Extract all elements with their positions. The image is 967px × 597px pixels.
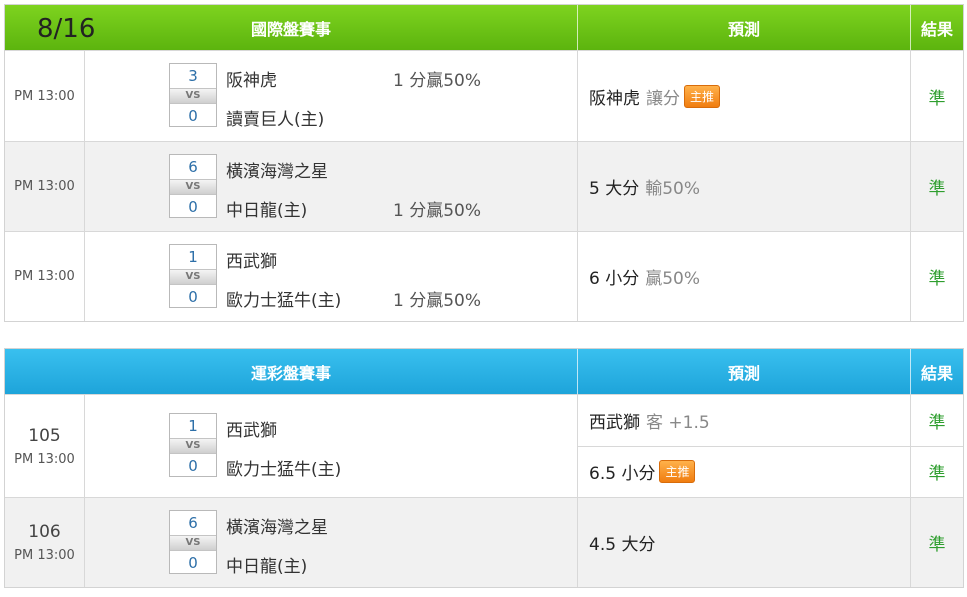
intl-header-result: 結果 bbox=[910, 5, 963, 50]
vs-label: VS bbox=[170, 88, 216, 104]
score-home: 0 bbox=[188, 457, 198, 475]
team-away: 橫濱海灣之星 bbox=[226, 518, 328, 538]
prediction-cell: 阪神虎 讓分 主推 bbox=[577, 51, 910, 141]
lottery-header-title-cell: 運彩盤賽事 bbox=[5, 349, 577, 394]
team-away: 橫濱海灣之星 bbox=[226, 162, 328, 182]
prediction-main: 6.5 小分 bbox=[589, 464, 656, 485]
intl-header-pred: 預測 bbox=[577, 5, 910, 50]
vs-label: VS bbox=[170, 438, 216, 454]
vs-label: VS bbox=[170, 179, 216, 195]
odds-text: 1 分贏50% bbox=[393, 291, 482, 311]
prediction-main: 阪神虎 bbox=[589, 88, 640, 109]
prediction-sub: 讓分 bbox=[646, 88, 680, 109]
prediction-main: 5 大分 bbox=[589, 179, 640, 199]
prediction-cell: 6 小分 贏50% bbox=[577, 232, 910, 321]
result-value: 準 bbox=[928, 179, 946, 199]
score-away: 6 bbox=[188, 514, 198, 532]
match-cell: 3 VS 0 阪神虎 讀賣巨人(主) 1 分贏50% bbox=[85, 51, 577, 141]
score-away: 1 bbox=[188, 248, 198, 266]
score-home: 0 bbox=[188, 198, 198, 216]
team-home: 中日龍(主) bbox=[226, 557, 308, 577]
scorebox: 3 VS 0 bbox=[169, 63, 217, 127]
score-away: 6 bbox=[188, 158, 198, 176]
prediction-sub: 贏50% bbox=[645, 269, 701, 289]
lottery-header: 運彩盤賽事 預測 結果 bbox=[5, 349, 963, 394]
scorebox: 6 VS 0 bbox=[169, 154, 217, 218]
date-label: 8/16 bbox=[37, 14, 96, 44]
team-home: 中日龍(主) bbox=[226, 201, 308, 221]
score-home: 0 bbox=[188, 288, 198, 306]
odds-text: 1 分贏50% bbox=[393, 201, 482, 221]
table-row: 105 PM 13:00 1 VS 0 西武獅 歐力士猛牛(主) 西武獅 客 +… bbox=[5, 394, 963, 497]
lottery-header-result: 結果 bbox=[910, 349, 963, 394]
game-time: PM 13:00 bbox=[5, 142, 85, 231]
team-home: 讀賣巨人(主) bbox=[226, 110, 325, 130]
score-away: 1 bbox=[188, 417, 198, 435]
match-cell: 6 VS 0 橫濱海灣之星 中日龍(主) 1 分贏50% bbox=[85, 142, 577, 231]
featured-badge: 主推 bbox=[684, 84, 721, 108]
result-value: 準 bbox=[928, 535, 946, 555]
team-away: 西武獅 bbox=[226, 421, 277, 441]
team-away: 阪神虎 bbox=[226, 71, 277, 91]
team-home: 歐力士猛牛(主) bbox=[226, 460, 342, 480]
prediction-cell: 5 大分 輸50% bbox=[577, 142, 910, 231]
prediction-main: 西武獅 bbox=[589, 412, 640, 433]
game-number: 106 bbox=[28, 522, 61, 542]
odds-text: 1 分贏50% bbox=[393, 71, 482, 91]
featured-badge: 主推 bbox=[659, 460, 696, 484]
intl-header: 8/16 國際盤賽事 預測 結果 bbox=[5, 5, 963, 50]
team-away: 西武獅 bbox=[226, 252, 277, 272]
prediction-cell: 西武獅 客 +1.5 6.5 小分 主推 bbox=[577, 395, 910, 497]
scorebox: 6 VS 0 bbox=[169, 510, 217, 574]
result-value: 準 bbox=[928, 412, 946, 433]
score-home: 0 bbox=[188, 107, 198, 125]
game-time: PM 13:00 bbox=[5, 232, 85, 321]
prediction-main: 4.5 大分 bbox=[589, 535, 656, 555]
scorebox: 1 VS 0 bbox=[169, 413, 217, 477]
score-away: 3 bbox=[188, 67, 198, 85]
game-number: 105 bbox=[28, 425, 61, 446]
lottery-table: 運彩盤賽事 預測 結果 105 PM 13:00 1 VS 0 西武獅 歐力士猛… bbox=[4, 348, 964, 588]
match-cell: 1 VS 0 西武獅 歐力士猛牛(主) 1 分贏50% bbox=[85, 232, 577, 321]
match-cell: 1 VS 0 西武獅 歐力士猛牛(主) bbox=[85, 395, 577, 497]
vs-label: VS bbox=[170, 269, 216, 285]
result-value: 準 bbox=[928, 269, 946, 289]
score-home: 0 bbox=[188, 554, 198, 572]
prediction-cell: 4.5 大分 bbox=[577, 498, 910, 587]
game-time: PM 13:00 bbox=[5, 51, 85, 141]
result-cell: 準 bbox=[910, 232, 963, 321]
result-value: 準 bbox=[928, 88, 946, 109]
result-value: 準 bbox=[911, 445, 963, 498]
result-cell: 準 bbox=[910, 142, 963, 231]
intl-header-title: 國際盤賽事 bbox=[250, 19, 331, 39]
lottery-header-pred: 預測 bbox=[577, 349, 910, 394]
prediction-main: 6 小分 bbox=[589, 269, 640, 289]
prediction-sub: 客 +1.5 bbox=[646, 412, 710, 433]
game-time: 105 PM 13:00 bbox=[5, 395, 85, 497]
table-row: PM 13:00 6 VS 0 橫濱海灣之星 中日龍(主) 1 分贏50% 5 … bbox=[5, 141, 963, 231]
intl-header-title-cell: 8/16 國際盤賽事 bbox=[5, 5, 577, 50]
result-cell: 準 bbox=[910, 51, 963, 141]
team-home: 歐力士猛牛(主) bbox=[226, 291, 342, 311]
result-cell: 準 bbox=[910, 498, 963, 587]
scorebox: 1 VS 0 bbox=[169, 244, 217, 308]
table-row: PM 13:00 1 VS 0 西武獅 歐力士猛牛(主) 1 分贏50% 6 小… bbox=[5, 231, 963, 321]
result-cell: 準 準 bbox=[910, 395, 963, 497]
game-time: 106 PM 13:00 bbox=[5, 498, 85, 587]
prediction-sub: 輸50% bbox=[645, 179, 701, 199]
table-row: 106 PM 13:00 6 VS 0 橫濱海灣之星 中日龍(主) 4.5 大分… bbox=[5, 497, 963, 587]
lottery-header-title: 運彩盤賽事 bbox=[250, 363, 331, 383]
table-row: PM 13:00 3 VS 0 阪神虎 讀賣巨人(主) 1 分贏50% 阪神虎 … bbox=[5, 50, 963, 141]
intl-table: 8/16 國際盤賽事 預測 結果 PM 13:00 3 VS 0 阪神虎 讀賣巨… bbox=[4, 4, 964, 322]
match-cell: 6 VS 0 橫濱海灣之星 中日龍(主) bbox=[85, 498, 577, 587]
vs-label: VS bbox=[170, 535, 216, 551]
